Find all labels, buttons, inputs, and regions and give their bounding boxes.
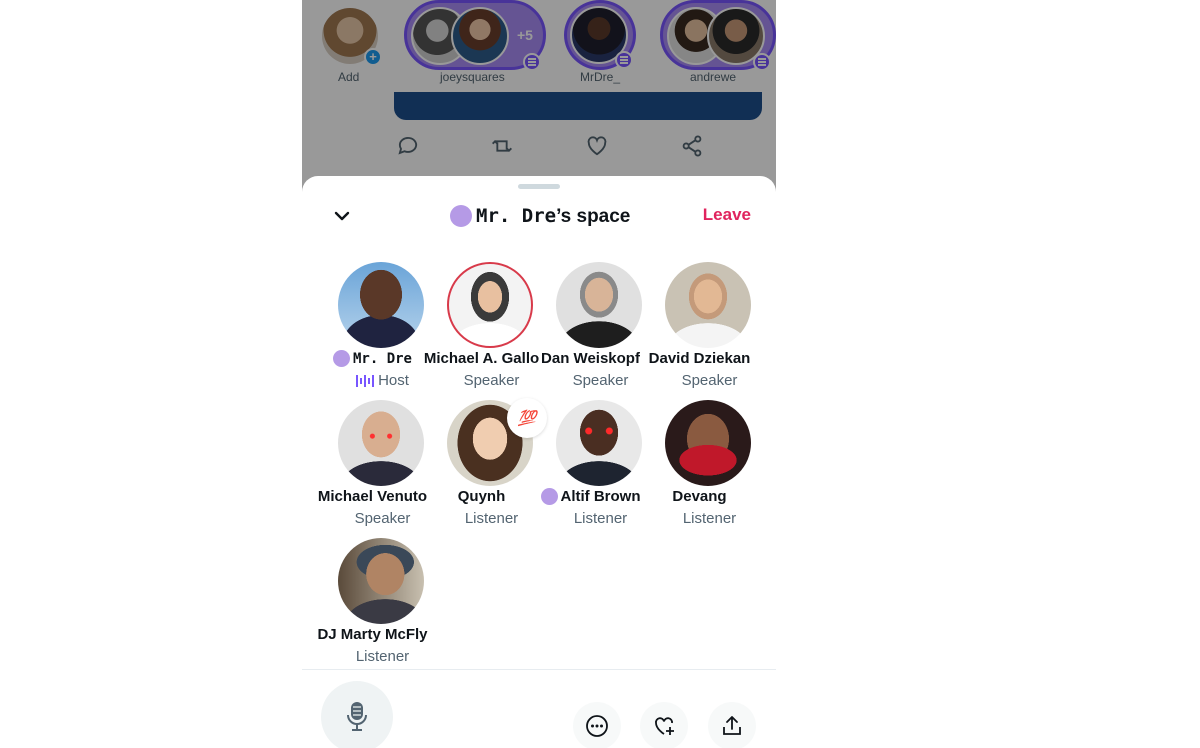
- space-sheet: Mr. Dre’s space Leave Mr. Dre Host Micha…: [302, 176, 776, 748]
- share-icon: [723, 716, 741, 735]
- emoji-icon: [450, 205, 472, 227]
- participant-name: David Dziekan: [648, 350, 751, 367]
- space-title: Mr. Dre’s space: [450, 203, 630, 229]
- participant-name: Devang: [672, 488, 727, 505]
- microphone-icon: [347, 702, 367, 731]
- avatar: [338, 400, 424, 486]
- participant-name: DJ Marty McFly: [317, 626, 428, 643]
- react-button[interactable]: [640, 702, 688, 748]
- avatar: [556, 262, 642, 348]
- participant-name: Altif Brown: [530, 488, 651, 505]
- avatar: [665, 262, 751, 348]
- space-host-name: Mr. Dre: [476, 204, 557, 227]
- leave-button[interactable]: Leave: [703, 205, 751, 225]
- avatar: [338, 538, 424, 624]
- participant-name: Dan Weiskopf: [541, 350, 640, 367]
- participant-name: Mr. Dre: [312, 350, 433, 367]
- reaction-badge: 💯: [507, 398, 547, 438]
- backdrop-overlay[interactable]: [302, 0, 776, 200]
- host-audio-icon: [356, 374, 375, 387]
- share-button[interactable]: [708, 702, 756, 748]
- avatar: [447, 262, 533, 348]
- microphone-button[interactable]: [321, 681, 393, 748]
- participant-name: Michael A. Gallo: [423, 350, 540, 367]
- avatar: [556, 400, 642, 486]
- participant-role: Listener: [355, 648, 410, 665]
- heart-plus-icon: [655, 717, 674, 735]
- emoji-icon: [332, 350, 350, 367]
- more-button[interactable]: [573, 702, 621, 748]
- phone-screen: + Add +5 joeysquares MrDre_ andrewe Mr. …: [302, 0, 776, 748]
- space-title-suffix: ’s space: [556, 205, 631, 227]
- participant-role: Speaker: [681, 372, 738, 389]
- avatar: [665, 400, 751, 486]
- drag-handle[interactable]: [518, 184, 560, 189]
- participant-name: Michael Venuto: [317, 488, 428, 505]
- participant-name: Quynh: [457, 488, 506, 505]
- emoji-icon: [540, 488, 558, 505]
- avatar: [338, 262, 424, 348]
- more-icon: [586, 715, 608, 737]
- participant-role: Listener: [682, 510, 737, 527]
- divider: [302, 669, 776, 670]
- chevron-down-icon[interactable]: [332, 206, 352, 226]
